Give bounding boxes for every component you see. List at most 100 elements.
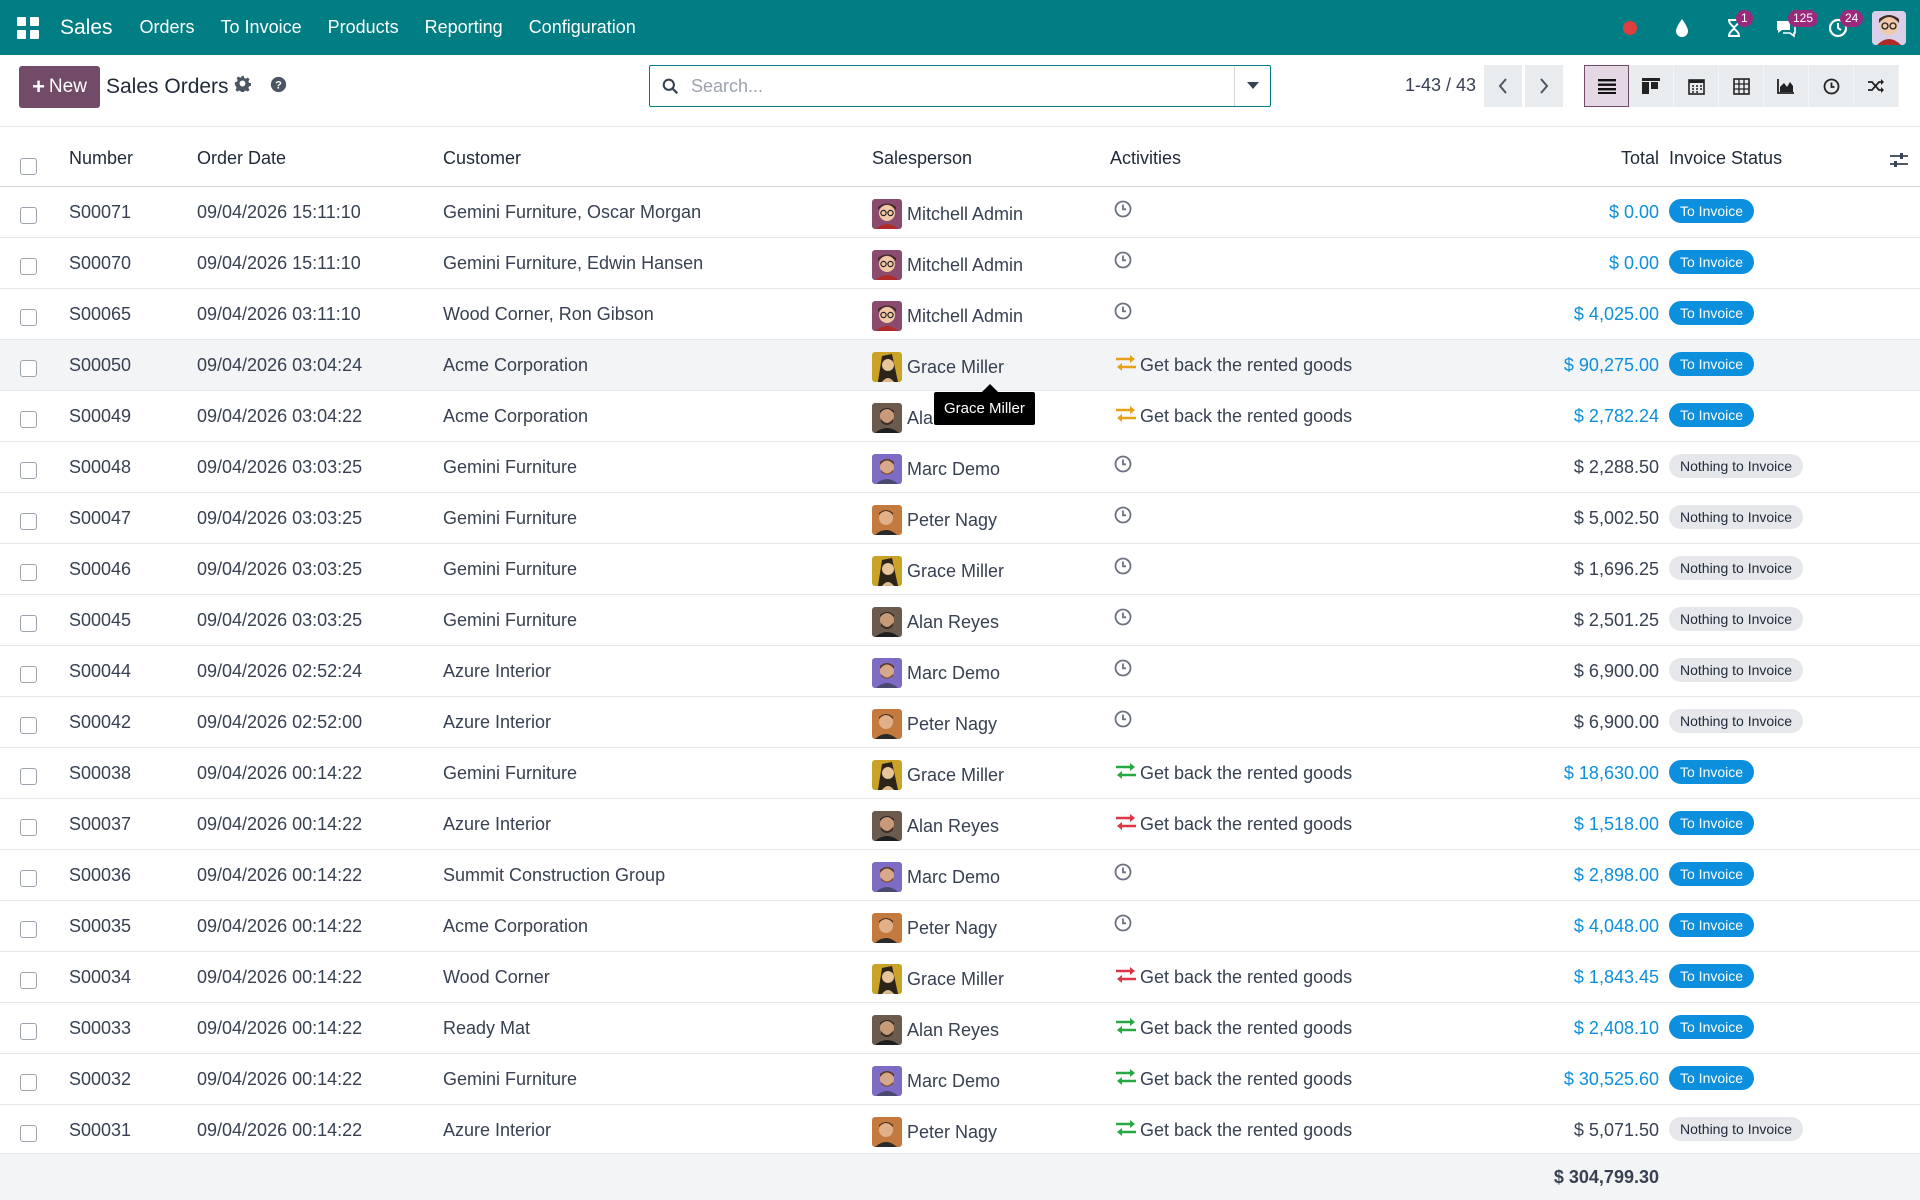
table-row[interactable]: S00050 09/04/2026 03:04:24 Acme Corporatio… <box>0 340 1920 391</box>
pivot-view-button[interactable] <box>1719 65 1764 107</box>
table-row[interactable]: S00031 09/04/2026 00:14:22 Azure Interior P… <box>0 1105 1920 1156</box>
row-checkbox[interactable] <box>20 768 37 785</box>
salesperson-avatar[interactable] <box>872 199 902 229</box>
table-row[interactable]: S00045 09/04/2026 03:03:25 Gemini Furnitur… <box>0 595 1920 646</box>
clock-rotate-icon[interactable]: 24 <box>1820 0 1864 55</box>
search-options-toggle[interactable] <box>1234 66 1270 106</box>
clock-icon[interactable] <box>1114 608 1132 631</box>
salesperson-avatar[interactable] <box>872 1015 902 1045</box>
table-row[interactable]: S00034 09/04/2026 00:14:22 Wood Corner Grac… <box>0 952 1920 1003</box>
column-customer[interactable]: Customer <box>443 148 521 169</box>
row-checkbox[interactable] <box>20 207 37 224</box>
clock-icon[interactable] <box>1114 302 1132 325</box>
exchange-orange-icon[interactable] <box>1114 404 1138 429</box>
activity-view-button[interactable] <box>1809 65 1854 107</box>
activity-summary[interactable]: Get back the rented goods <box>1140 406 1352 427</box>
salesperson-avatar[interactable] <box>872 1117 902 1147</box>
nav-configuration[interactable]: Configuration <box>516 17 649 38</box>
row-checkbox[interactable] <box>20 462 37 479</box>
row-checkbox[interactable] <box>20 870 37 887</box>
activity-summary[interactable]: Get back the rented goods <box>1140 1069 1352 1090</box>
row-checkbox[interactable] <box>20 258 37 275</box>
pager-next-button[interactable] <box>1525 65 1563 107</box>
table-row[interactable]: S00032 09/04/2026 00:14:22 Gemini Furnitur… <box>0 1054 1920 1105</box>
activity-summary[interactable]: Get back the rented goods <box>1140 1120 1352 1141</box>
salesperson-avatar[interactable] <box>872 1066 902 1096</box>
table-row[interactable]: S00036 09/04/2026 00:14:22 Summit Construc… <box>0 850 1920 901</box>
clock-icon[interactable] <box>1114 863 1132 886</box>
clock-icon[interactable] <box>1114 506 1132 529</box>
row-checkbox[interactable] <box>20 411 37 428</box>
apps-menu-icon[interactable] <box>17 16 39 39</box>
nav-orders[interactable]: Orders <box>127 17 208 38</box>
row-checkbox[interactable] <box>20 615 37 632</box>
salesperson-avatar[interactable] <box>872 505 902 535</box>
exchange-green-icon[interactable] <box>1114 761 1138 786</box>
activity-summary[interactable]: Get back the rented goods <box>1140 355 1352 376</box>
table-row[interactable]: S00047 09/04/2026 03:03:25 Gemini Furnitur… <box>0 493 1920 544</box>
salesperson-avatar[interactable] <box>872 352 902 382</box>
salesperson-avatar[interactable] <box>872 862 902 892</box>
clock-icon[interactable] <box>1114 659 1132 682</box>
pager-value[interactable]: 1-43 / 43 <box>1405 75 1476 96</box>
user-avatar[interactable] <box>1872 10 1906 45</box>
column-invoice-status[interactable]: Invoice Status <box>1669 148 1782 169</box>
column-number[interactable]: Number <box>69 148 133 169</box>
nav-products[interactable]: Products <box>315 17 412 38</box>
help-icon[interactable]: ? <box>270 76 287 98</box>
nav-reporting[interactable]: Reporting <box>412 17 516 38</box>
page-title[interactable]: Sales Orders <box>106 75 229 99</box>
column-total[interactable]: Total <box>1621 148 1659 169</box>
activity-summary[interactable]: Get back the rented goods <box>1140 814 1352 835</box>
exchange-green-icon[interactable] <box>1114 1118 1138 1143</box>
new-button[interactable]: + New <box>19 66 100 108</box>
table-row[interactable]: S00035 09/04/2026 00:14:22 Acme Corporatio… <box>0 901 1920 952</box>
table-row[interactable]: S00070 09/04/2026 15:11:10 Gemini Furnitur… <box>0 238 1920 289</box>
exchange-green-icon[interactable] <box>1114 1016 1138 1041</box>
map-view-button[interactable] <box>1854 65 1899 107</box>
salesperson-avatar[interactable] <box>872 709 902 739</box>
row-checkbox[interactable] <box>20 564 37 581</box>
table-row[interactable]: S00044 09/04/2026 02:52:24 Azure Interior M… <box>0 646 1920 697</box>
row-checkbox[interactable] <box>20 819 37 836</box>
graph-view-button[interactable] <box>1764 65 1809 107</box>
droplet-icon[interactable] <box>1664 0 1700 55</box>
row-checkbox[interactable] <box>20 921 37 938</box>
row-checkbox[interactable] <box>20 972 37 989</box>
salesperson-avatar[interactable] <box>872 607 902 637</box>
salesperson-avatar[interactable] <box>872 556 902 586</box>
list-view-button[interactable] <box>1584 65 1629 107</box>
row-checkbox[interactable] <box>20 309 37 326</box>
row-checkbox[interactable] <box>20 1074 37 1091</box>
table-row[interactable]: S00038 09/04/2026 00:14:22 Gemini Furnitur… <box>0 748 1920 799</box>
search-bar[interactable] <box>649 65 1271 107</box>
salesperson-avatar[interactable] <box>872 658 902 688</box>
activity-summary[interactable]: Get back the rented goods <box>1140 763 1352 784</box>
exchange-red-icon[interactable] <box>1114 812 1138 837</box>
row-checkbox[interactable] <box>20 513 37 530</box>
salesperson-avatar[interactable] <box>872 760 902 790</box>
clock-icon[interactable] <box>1114 557 1132 580</box>
column-order-date[interactable]: Order Date <box>197 148 286 169</box>
row-checkbox[interactable] <box>20 717 37 734</box>
salesperson-avatar[interactable] <box>872 403 902 433</box>
column-salesperson[interactable]: Salesperson <box>872 148 972 169</box>
table-row[interactable]: S00033 09/04/2026 00:14:22 Ready Mat Alan R… <box>0 1003 1920 1054</box>
clock-icon[interactable] <box>1114 251 1132 274</box>
select-all-checkbox[interactable] <box>20 158 37 175</box>
salesperson-avatar[interactable] <box>872 454 902 484</box>
clock-icon[interactable] <box>1114 200 1132 223</box>
exchange-red-icon[interactable] <box>1114 965 1138 990</box>
salesperson-avatar[interactable] <box>872 301 902 331</box>
activity-summary[interactable]: Get back the rented goods <box>1140 967 1352 988</box>
row-checkbox[interactable] <box>20 666 37 683</box>
exchange-orange-icon[interactable] <box>1114 353 1138 378</box>
salesperson-avatar[interactable] <box>872 250 902 280</box>
nav-to-invoice[interactable]: To Invoice <box>208 17 315 38</box>
column-activities[interactable]: Activities <box>1110 148 1181 169</box>
search-input[interactable] <box>691 75 1221 97</box>
clock-icon[interactable] <box>1114 455 1132 478</box>
table-row[interactable]: S00048 09/04/2026 03:03:25 Gemini Furnitur… <box>0 442 1920 493</box>
calendar-view-button[interactable] <box>1674 65 1719 107</box>
table-row[interactable]: S00071 09/04/2026 15:11:10 Gemini Furnitur… <box>0 187 1920 238</box>
